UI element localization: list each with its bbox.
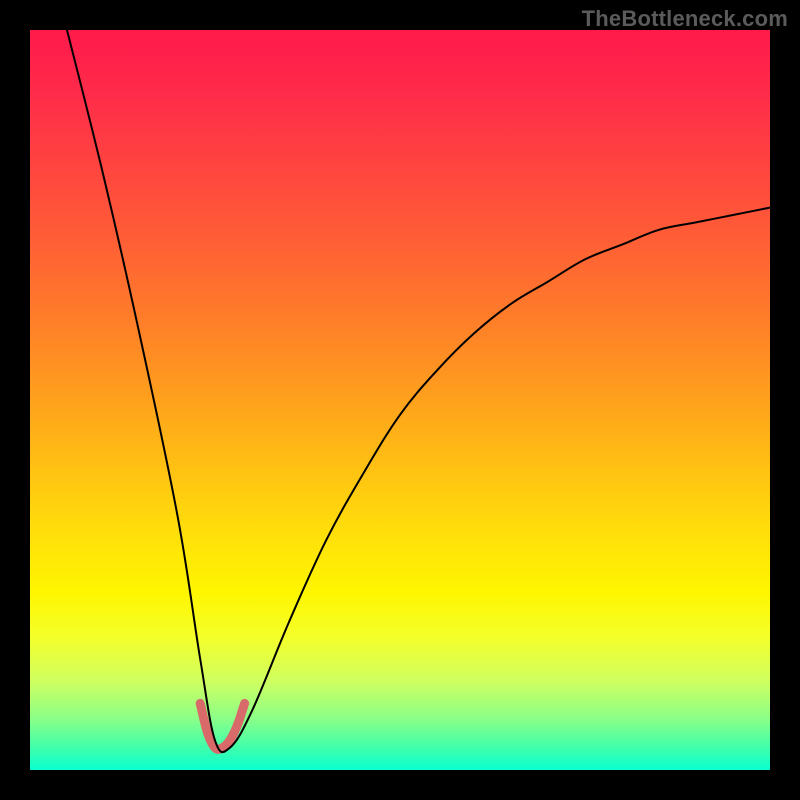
plot-area [30,30,770,770]
main-curve [67,30,770,752]
curve-layer [30,30,770,770]
highlight-curve [200,703,244,749]
chart-frame: TheBottleneck.com [0,0,800,800]
watermark-text: TheBottleneck.com [582,6,788,32]
